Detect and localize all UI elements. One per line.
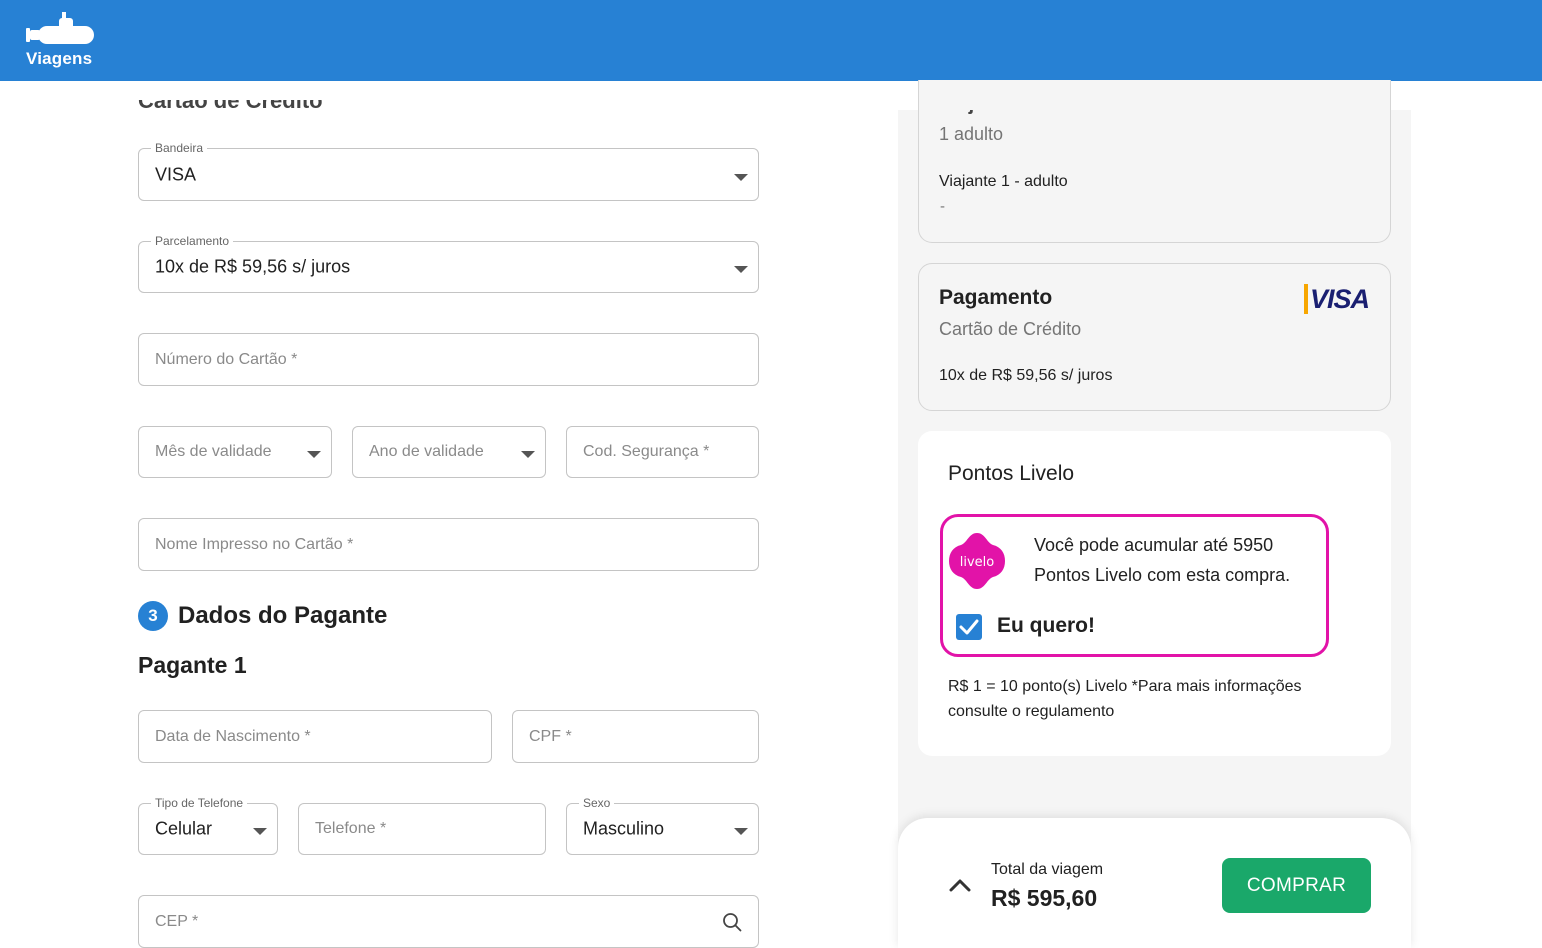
logo[interactable]: Viagens [26, 12, 98, 70]
expiry-year-placeholder: Ano de validade [369, 443, 484, 460]
cep-placeholder: CEP * [155, 912, 199, 930]
cpf-placeholder: CPF * [529, 727, 572, 745]
livelo-title: Pontos Livelo [948, 462, 1075, 485]
phone-type-select[interactable]: Tipo de Telefone Celular [138, 796, 278, 855]
chevron-down-icon [734, 828, 748, 835]
livelo-message-line2: Pontos Livelo com esta compra. [1034, 565, 1291, 585]
travelers-count: 1 adulto [939, 124, 1004, 144]
bandeira-value: VISA [155, 164, 197, 184]
livelo-opt-in-checkbox[interactable] [956, 614, 982, 640]
parcelamento-select[interactable]: Parcelamento 10x de R$ 59,56 s/ juros [138, 234, 759, 293]
expiry-year-select[interactable]: Ano de validade [352, 426, 546, 478]
travelers-card [918, 80, 1391, 243]
parcelamento-value: 10x de R$ 59,56 s/ juros [155, 256, 351, 277]
phone-type-value: Celular [155, 818, 213, 839]
payment-installments: 10x de R$ 59,56 s/ juros [939, 367, 1113, 384]
livelo-logo-text: livelo [960, 555, 995, 570]
parcelamento-label: Parcelamento [151, 234, 234, 248]
expiry-month-select[interactable]: Mês de validade [138, 426, 332, 478]
bandeira-label: Bandeira [151, 141, 208, 155]
submarine-icon [26, 12, 94, 44]
phone-type-label: Tipo de Telefone [151, 796, 248, 810]
cep-input[interactable]: CEP * [138, 895, 759, 948]
expiry-month-placeholder: Mês de validade [155, 443, 272, 460]
gender-select[interactable]: Sexo Masculino [566, 796, 759, 855]
step-badge: 3 [138, 601, 168, 631]
payment-title: Pagamento [939, 286, 1053, 309]
traveler-value: - [940, 198, 945, 215]
check-icon [959, 619, 979, 635]
phone-input[interactable]: Telefone * [298, 803, 546, 855]
card-section-title: Cartão de Crédito [138, 88, 323, 113]
chevron-down-icon [307, 451, 321, 458]
livelo-opt-in-label[interactable]: Eu quero! [997, 614, 1095, 638]
security-code-input[interactable]: Cod. Segurança * [566, 426, 759, 478]
card-number-placeholder: Número do Cartão * [155, 350, 298, 368]
payer-section-title: Dados do Pagante [178, 602, 388, 629]
brand-name: Viagens [26, 49, 93, 68]
buy-button[interactable]: COMPRAR [1222, 858, 1371, 913]
visa-logo: VISA [1304, 284, 1370, 314]
birth-date-placeholder: Data de Nascimento * [155, 727, 311, 745]
livelo-message-line1: Você pode acumular até 5950 [1034, 535, 1274, 555]
payment-method: Cartão de Crédito [939, 319, 1082, 339]
traveler-label: Viajante 1 - adulto [939, 173, 1068, 190]
livelo-note-line2: consulte o regulamento [948, 703, 1115, 720]
cardholder-name-placeholder: Nome Impresso no Cartão * [155, 535, 354, 553]
payer-subtitle: Pagante 1 [138, 652, 247, 678]
livelo-logo-icon: livelo [949, 533, 1005, 589]
bandeira-select[interactable]: Bandeira VISA [138, 141, 759, 201]
phone-placeholder: Telefone * [315, 820, 387, 837]
chevron-down-icon [521, 451, 535, 458]
birth-date-input[interactable]: Data de Nascimento * [138, 710, 492, 763]
cpf-input[interactable]: CPF * [512, 710, 759, 763]
total-label: Total da viagem [991, 861, 1104, 878]
security-code-placeholder: Cod. Segurança * [583, 443, 710, 460]
livelo-note-line1: R$ 1 = 10 ponto(s) Livelo *Para mais inf… [948, 678, 1302, 695]
card-number-input[interactable]: Número do Cartão * [138, 333, 759, 386]
gender-label: Sexo [579, 796, 615, 810]
chevron-up-icon[interactable] [948, 877, 972, 893]
search-icon[interactable] [722, 912, 742, 932]
total-value: R$ 595,60 [991, 885, 1098, 911]
cardholder-name-input[interactable]: Nome Impresso no Cartão * [138, 518, 759, 571]
gender-value: Masculino [583, 818, 665, 839]
chevron-down-icon [734, 266, 748, 273]
chevron-down-icon [253, 828, 267, 835]
top-bar: Viagens [0, 0, 1542, 81]
chevron-down-icon [734, 173, 748, 181]
